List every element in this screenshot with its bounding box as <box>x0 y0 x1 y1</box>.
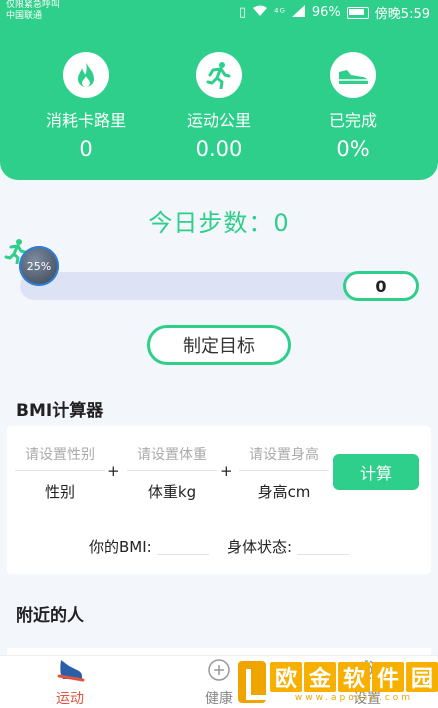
shoe-icon <box>330 52 376 98</box>
tab-sport[interactable]: 运动 <box>30 658 110 708</box>
today-steps-title: 今日步数：0 <box>148 209 290 237</box>
steps-progress-track <box>20 272 390 300</box>
steps-count: 0 <box>375 276 387 296</box>
fire-icon <box>63 52 109 98</box>
bmi-result-label: 你的BMI: <box>89 538 152 556</box>
stat-label: 已完成 <box>328 111 377 130</box>
vibrate-icon: ▯ <box>238 5 247 20</box>
runner-icon <box>196 52 242 98</box>
calculate-button[interactable]: 计算 <box>333 454 419 490</box>
watermark-char: 软 <box>338 661 370 692</box>
body-status-label: 身体状态: <box>227 538 293 556</box>
watermark-char: 件 <box>372 661 404 692</box>
weight-input[interactable]: 请设置体重 <box>127 444 217 471</box>
gender-label: 性别 <box>44 483 75 501</box>
height-field[interactable]: 请设置身高 身高cm <box>239 444 329 502</box>
stat-calories: 消耗卡路里 0 <box>26 52 146 161</box>
stat-label: 消耗卡路里 <box>45 111 126 130</box>
bmi-card: 请设置性别 性别 + 请设置体重 体重kg + 请设置身高 身高cm 计算 你的… <box>7 426 431 574</box>
watermark: 欧 金 软 件 园 www.apoxin.com <box>238 658 438 706</box>
shoe-icon <box>30 658 110 686</box>
weight-field[interactable]: 请设置体重 体重kg <box>127 444 217 502</box>
nearby-section-title: 附近的人 <box>16 606 84 626</box>
status-carrier: 仅限紧急呼叫 中国联通 <box>6 0 61 21</box>
watermark-logo-icon <box>238 661 267 703</box>
battery-icon <box>346 6 369 19</box>
watermark-char: 金 <box>304 661 336 692</box>
status-indicators: ▯ ⁴ᴳ 96% 傍晚5:59 <box>239 3 430 22</box>
stat-value: 0% <box>336 137 370 161</box>
header-panel: 仅限紧急呼叫 中国联通 ▯ ⁴ᴳ 96% 傍晚5:59 消耗卡路里 0 运动公里… <box>0 0 438 180</box>
bmi-section-title: BMI计算器 <box>16 401 104 421</box>
stat-value: 0.00 <box>195 137 243 161</box>
height-input[interactable]: 请设置身高 <box>239 444 329 471</box>
progress-indicator: 25% <box>19 246 59 286</box>
stat-distance: 运动公里 0.00 <box>159 52 279 161</box>
weight-label: 体重kg <box>147 483 197 501</box>
watermark-char: 欧 <box>270 661 302 692</box>
wifi-icon <box>252 5 268 21</box>
stat-value: 0 <box>79 137 93 161</box>
gender-field[interactable]: 请设置性别 性别 <box>15 444 105 502</box>
steps-count-box: 0 <box>343 271 419 301</box>
watermark-url: www.apoxin.com <box>294 692 414 703</box>
status-time: 傍晚5:59 <box>374 7 430 22</box>
plus-sign: + <box>107 462 120 480</box>
stat-label: 运动公里 <box>186 111 251 130</box>
gender-input[interactable]: 请设置性别 <box>15 444 105 471</box>
signal-icon: ⁴ᴳ <box>274 6 286 19</box>
body-status-field <box>297 554 349 555</box>
watermark-char: 园 <box>406 661 438 692</box>
height-label: 身高cm <box>257 483 311 501</box>
tab-label: 运动 <box>56 691 84 707</box>
set-goal-button[interactable]: 制定目标 <box>147 325 291 365</box>
battery-percent: 96% <box>311 5 341 20</box>
progress-label: 25% <box>26 259 52 273</box>
bmi-result-field <box>157 554 209 555</box>
plus-sign: + <box>220 462 233 480</box>
signal-bars-icon <box>291 4 306 21</box>
stat-completed: 已完成 0% <box>293 52 413 161</box>
